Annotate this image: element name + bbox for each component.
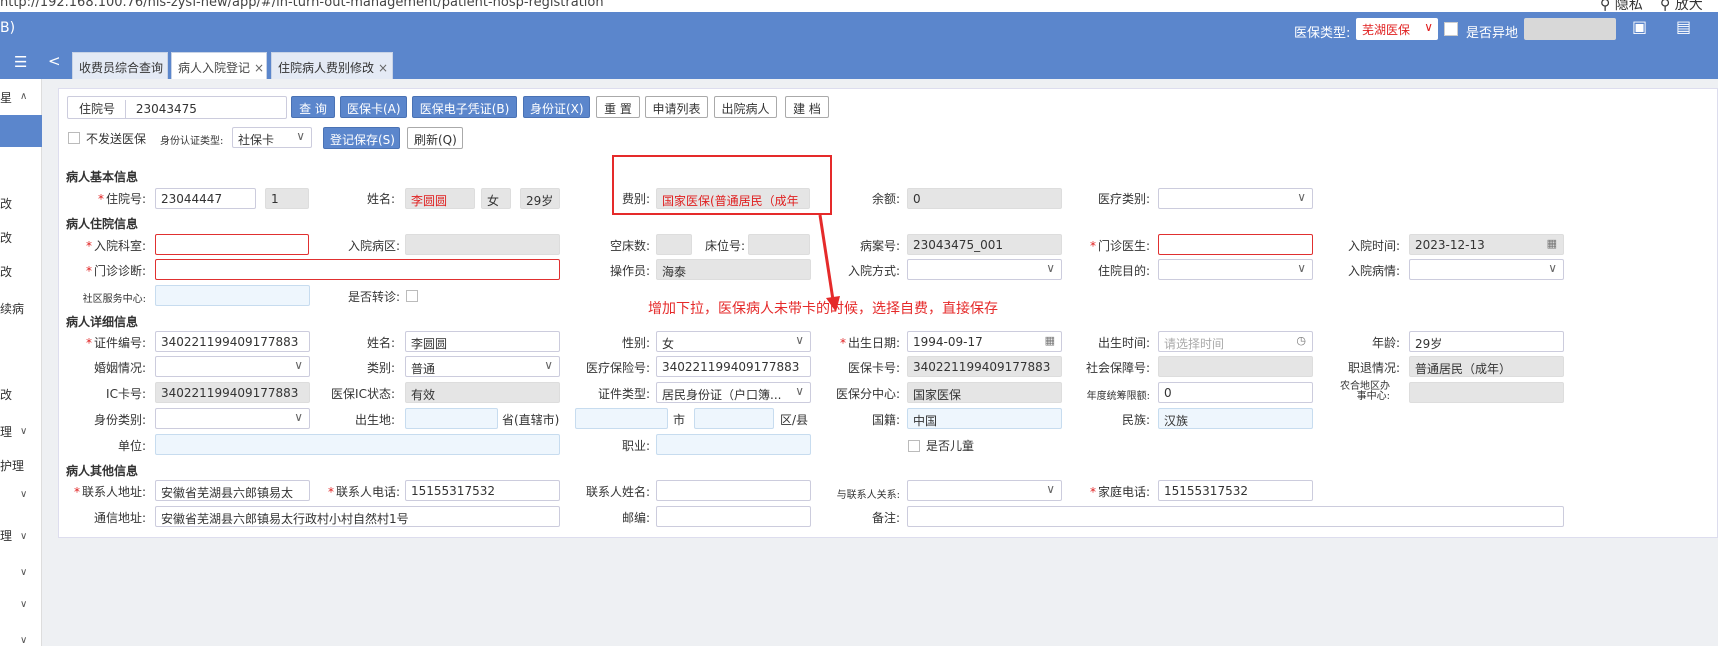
annotation-arrow [818,214,840,312]
annotation-text: 增加下拉，医保病人未带卡的时候，选择自费，直接保存 [648,301,998,317]
